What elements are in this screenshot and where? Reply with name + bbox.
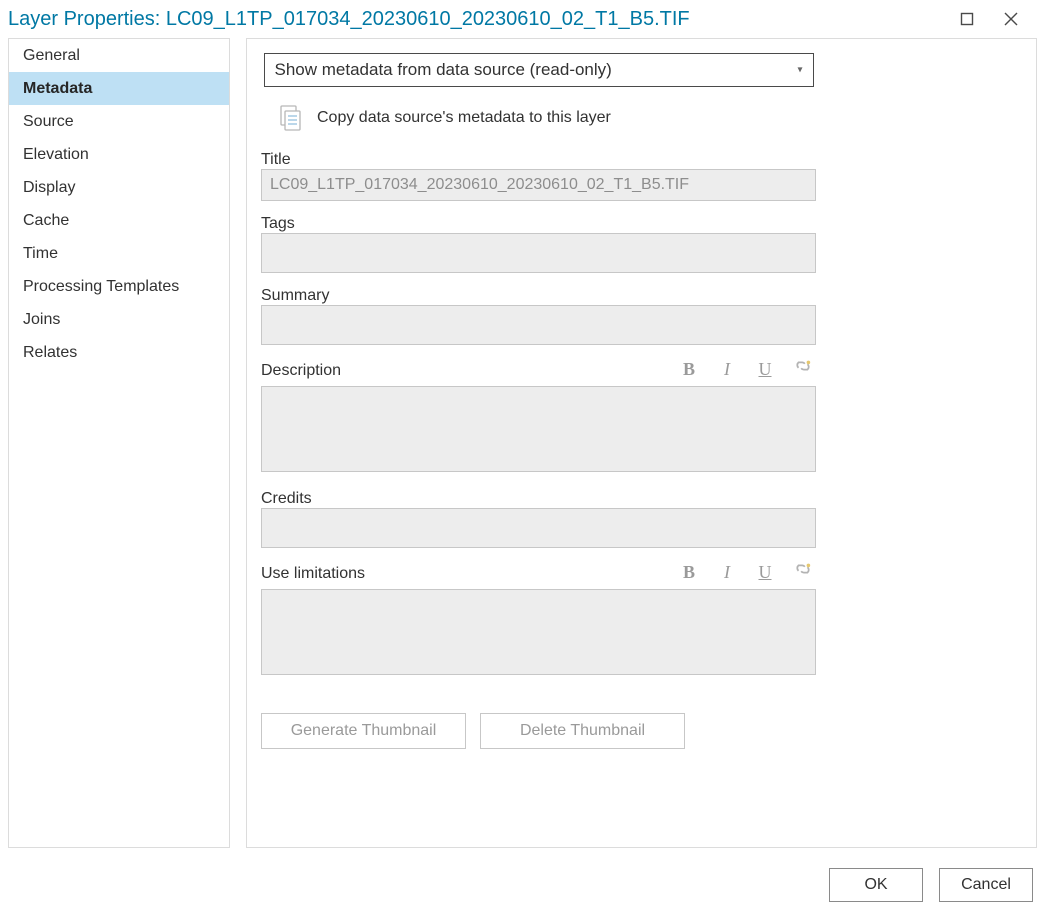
title-layer-name: LC09_L1TP_017034_20230610_20230610_02_T1… xyxy=(166,8,690,30)
maximize-button[interactable] xyxy=(945,3,989,35)
sidebar-item-display[interactable]: Display xyxy=(9,171,229,204)
metadata-mode-value: Show metadata from data source (read-onl… xyxy=(275,60,612,80)
link-button[interactable] xyxy=(794,562,812,583)
metadata-panel: Show metadata from data source (read-onl… xyxy=(246,38,1037,848)
description-format-toolbar: B I U xyxy=(680,359,816,380)
sidebar-item-processing-templates[interactable]: Processing Templates xyxy=(9,270,229,303)
window-title: Layer Properties: LC09_L1TP_017034_20230… xyxy=(8,8,690,31)
link-icon xyxy=(794,359,812,373)
description-label: Description xyxy=(261,362,341,380)
link-button[interactable] xyxy=(794,359,812,380)
close-button[interactable] xyxy=(989,3,1033,35)
sidebar-item-general[interactable]: General xyxy=(9,39,229,72)
uselimit-input[interactable] xyxy=(261,589,816,675)
title-input[interactable] xyxy=(261,169,816,201)
sidebar-item-cache[interactable]: Cache xyxy=(9,204,229,237)
italic-button[interactable]: I xyxy=(718,562,736,583)
title-prefix: Layer Properties: xyxy=(8,8,166,30)
sidebar-item-joins[interactable]: Joins xyxy=(9,303,229,336)
copy-metadata-label: Copy data source's metadata to this laye… xyxy=(317,109,611,127)
sidebar-item-elevation[interactable]: Elevation xyxy=(9,138,229,171)
close-icon xyxy=(1004,12,1018,26)
ok-button[interactable]: OK xyxy=(829,868,923,902)
bold-button[interactable]: B xyxy=(680,359,698,380)
summary-input[interactable] xyxy=(261,305,816,345)
bold-button[interactable]: B xyxy=(680,562,698,583)
credits-input[interactable] xyxy=(261,508,816,548)
link-icon xyxy=(794,562,812,576)
dialog-footer: OK Cancel xyxy=(4,848,1037,902)
copy-metadata-icon[interactable] xyxy=(275,103,305,133)
chevron-down-icon: ▾ xyxy=(797,65,802,76)
delete-thumbnail-button[interactable]: Delete Thumbnail xyxy=(480,713,685,749)
sidebar-item-time[interactable]: Time xyxy=(9,237,229,270)
sidebar-item-relates[interactable]: Relates xyxy=(9,336,229,369)
credits-label: Credits xyxy=(261,490,816,508)
underline-button[interactable]: U xyxy=(756,359,774,380)
generate-thumbnail-button[interactable]: Generate Thumbnail xyxy=(261,713,466,749)
cancel-button[interactable]: Cancel xyxy=(939,868,1033,902)
sidebar-item-metadata[interactable]: Metadata xyxy=(9,72,229,105)
metadata-mode-dropdown[interactable]: Show metadata from data source (read-onl… xyxy=(264,53,814,87)
uselimit-format-toolbar: B I U xyxy=(680,562,816,583)
maximize-icon xyxy=(960,12,974,26)
description-input[interactable] xyxy=(261,386,816,472)
tags-label: Tags xyxy=(261,215,816,233)
summary-label: Summary xyxy=(261,287,816,305)
title-label: Title xyxy=(261,151,816,169)
uselimit-label: Use limitations xyxy=(261,565,365,583)
titlebar: Layer Properties: LC09_L1TP_017034_20230… xyxy=(4,0,1037,38)
tags-input[interactable] xyxy=(261,233,816,273)
sidebar: General Metadata Source Elevation Displa… xyxy=(8,38,230,848)
italic-button[interactable]: I xyxy=(718,359,736,380)
sidebar-item-source[interactable]: Source xyxy=(9,105,229,138)
underline-button[interactable]: U xyxy=(756,562,774,583)
